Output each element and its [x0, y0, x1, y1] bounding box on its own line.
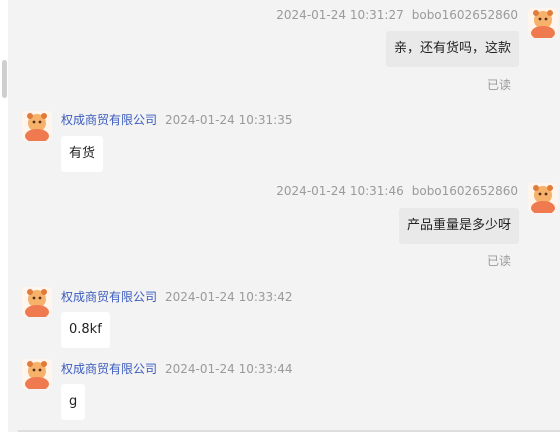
message-sender[interactable]: 权成商贸有限公司 — [61, 113, 157, 127]
chat-message-outgoing: 2024-01-24 10:31:27 bobo1602652860 亲，还有货吗… — [0, 0, 560, 95]
chat-message-incoming: 权成商贸有限公司 2024-01-24 10:31:35 有货 — [0, 105, 560, 175]
avatar-icon[interactable] — [528, 8, 558, 38]
message-bubble[interactable]: g — [61, 384, 86, 420]
message-timestamp: 2024-01-24 10:31:35 — [165, 113, 293, 127]
message-meta: 2024-01-24 10:31:46 bobo1602652860 — [276, 184, 518, 198]
message-sender: bobo1602652860 — [411, 184, 518, 198]
message-sender: bobo1602652860 — [411, 8, 518, 22]
message-sender[interactable]: 权成商贸有限公司 — [61, 362, 157, 376]
message-timestamp: 2024-01-24 10:31:27 — [276, 8, 404, 22]
chat-message-outgoing: 2024-01-24 10:31:46 bobo1602652860 产品重量是多… — [0, 176, 560, 271]
message-meta: 权成商贸有限公司 2024-01-24 10:31:35 — [61, 111, 292, 128]
avatar-icon[interactable] — [528, 183, 558, 213]
message-meta: 2024-01-24 10:31:27 bobo1602652860 — [276, 8, 518, 22]
message-bubble[interactable]: 产品重量是多少呀 — [398, 208, 519, 244]
message-meta: 权成商贸有限公司 2024-01-24 10:33:42 — [61, 288, 292, 305]
chat-message-incoming: 权成商贸有限公司 2024-01-24 10:33:42 0.8kf — [0, 281, 560, 351]
message-bubble[interactable]: 亲，还有货吗，这款 — [385, 31, 519, 67]
message-timestamp: 2024-01-24 10:33:42 — [165, 290, 293, 304]
avatar-icon[interactable] — [22, 111, 52, 141]
read-status: 已读 — [486, 254, 511, 268]
avatar-icon[interactable] — [22, 359, 52, 389]
message-timestamp: 2024-01-24 10:31:46 — [276, 184, 404, 198]
message-sender[interactable]: 权成商贸有限公司 — [61, 290, 157, 304]
message-bubble[interactable]: 有货 — [61, 136, 104, 172]
avatar-icon[interactable] — [22, 287, 52, 317]
message-timestamp: 2024-01-24 10:33:44 — [165, 362, 293, 376]
message-meta: 权成商贸有限公司 2024-01-24 10:33:44 — [61, 360, 292, 377]
message-bubble[interactable]: 0.8kf — [61, 312, 110, 348]
chat-message-incoming: 权成商贸有限公司 2024-01-24 10:33:44 g — [0, 353, 560, 428]
read-status: 已读 — [486, 78, 511, 92]
